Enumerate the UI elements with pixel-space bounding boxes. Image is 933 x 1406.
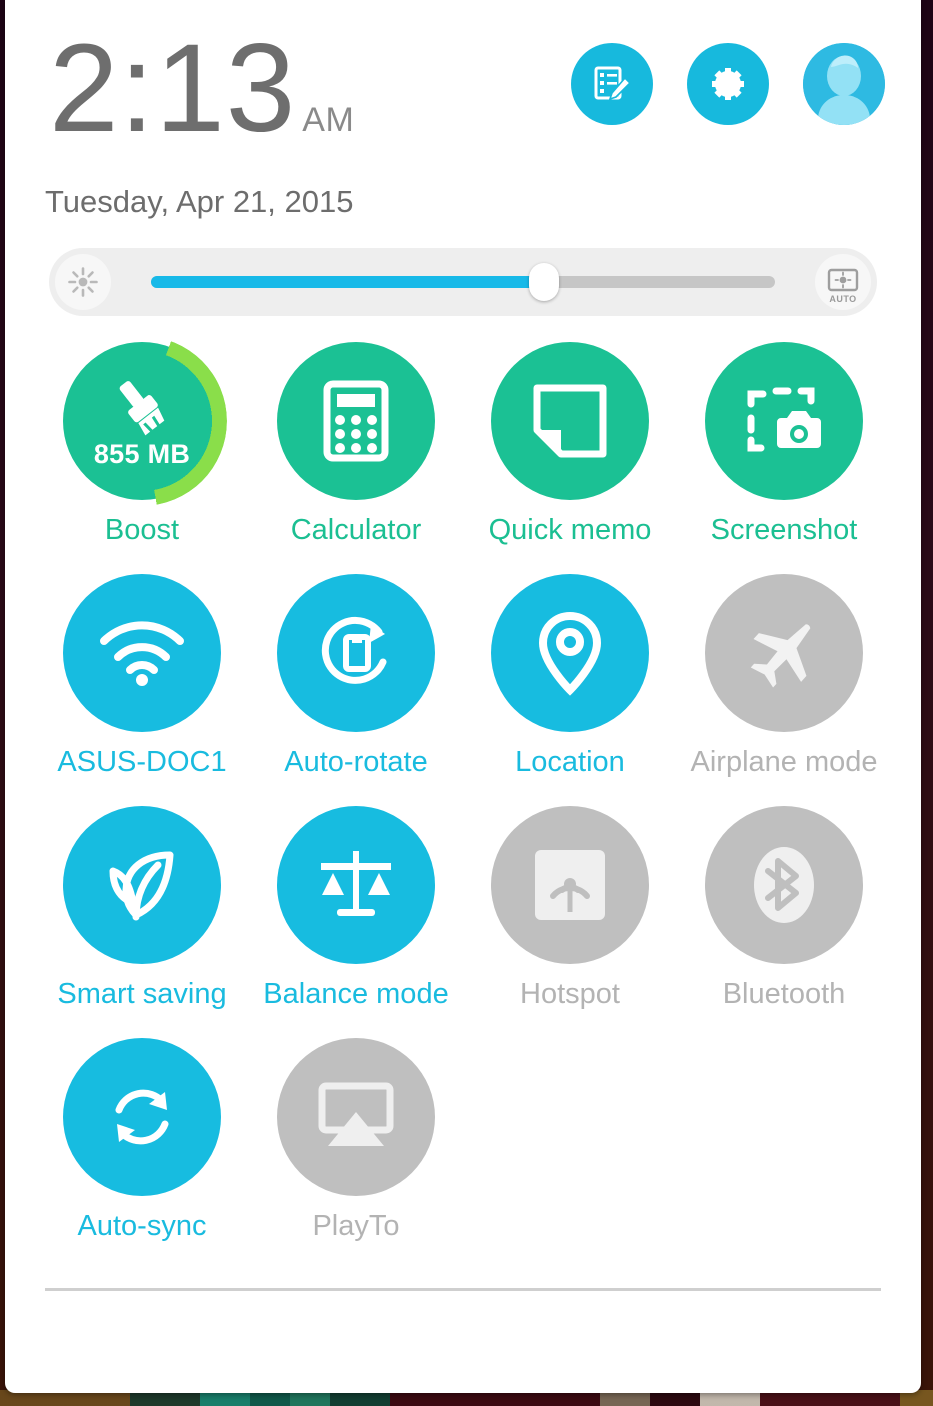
tile-auto-sync-label: Auto-sync — [77, 1210, 207, 1242]
location-pin-icon — [537, 610, 603, 696]
tile-bluetooth-label: Bluetooth — [722, 978, 846, 1010]
tile-boost[interactable]: 855 MB Boost — [35, 336, 249, 570]
edit-quick-settings-button[interactable] — [571, 43, 653, 125]
tile-auto-sync-circle[interactable] — [63, 1038, 221, 1196]
auto-brightness-button[interactable]: AUTO — [815, 254, 871, 310]
tile-hotspot[interactable]: Hotspot — [463, 802, 677, 1034]
screenshot-icon — [743, 382, 825, 460]
tile-wifi-circle[interactable] — [63, 574, 221, 732]
broom-icon — [104, 373, 180, 437]
scales-icon — [311, 843, 401, 927]
tile-calculator[interactable]: Calculator — [249, 338, 463, 570]
tile-smart-saving-label: Smart saving — [57, 978, 227, 1010]
tile-playto-label: PlayTo — [312, 1210, 400, 1242]
wifi-icon — [96, 619, 188, 687]
note-icon — [531, 382, 609, 460]
tile-hotspot-circle[interactable] — [491, 806, 649, 964]
boost-content: 855 MB — [94, 373, 190, 470]
quick-settings-tiles: 855 MB Boost Calculator Quick memo Scree… — [5, 336, 921, 1266]
tile-auto-rotate[interactable]: Auto-rotate — [249, 570, 463, 802]
header-actions — [571, 43, 885, 125]
auto-brightness-label: AUTO — [829, 294, 857, 304]
clock-time: 2:13 — [49, 19, 297, 158]
tile-balance-mode[interactable]: Balance mode — [249, 802, 463, 1034]
brightness-slider-row[interactable]: AUTO — [49, 248, 877, 316]
tile-auto-rotate-label: Auto-rotate — [284, 746, 428, 778]
tile-hotspot-label: Hotspot — [520, 978, 620, 1010]
quick-settings-panel: 2:13 AM Tuesday, Apr 21, 2015 AUTO 855 M… — [5, 0, 921, 1393]
gear-icon — [706, 62, 750, 106]
tile-bluetooth-circle[interactable] — [705, 806, 863, 964]
note-edit-icon — [589, 61, 635, 107]
tile-balance-mode-label: Balance mode — [263, 978, 449, 1010]
brightness-slider-track[interactable] — [151, 263, 775, 301]
tile-airplane-mode-circle[interactable] — [705, 574, 863, 732]
settings-button[interactable] — [687, 43, 769, 125]
tile-airplane-mode-label: Airplane mode — [690, 746, 878, 778]
airplane-icon — [742, 611, 826, 695]
brightness-sun-icon — [66, 265, 100, 299]
auto-rotate-icon — [313, 610, 399, 696]
clock-ampm: AM — [302, 101, 355, 139]
tile-boost-label: Boost — [104, 514, 180, 546]
brightness-slider-fill — [151, 276, 545, 288]
tile-smart-saving[interactable]: Smart saving — [35, 802, 249, 1034]
device-background: 2:13 AM Tuesday, Apr 21, 2015 AUTO 855 M… — [0, 0, 933, 1406]
tile-smart-saving-circle[interactable] — [63, 806, 221, 964]
tile-screenshot-circle[interactable] — [705, 342, 863, 500]
tile-screenshot-label: Screenshot — [710, 514, 858, 546]
tile-wifi[interactable]: ASUS-DOC1 — [35, 570, 249, 802]
cast-icon — [314, 1080, 398, 1154]
hotspot-icon — [529, 844, 611, 926]
tile-playto[interactable]: PlayTo — [249, 1034, 463, 1266]
tile-boost-circle[interactable]: 855 MB — [57, 336, 227, 506]
brightness-slider-thumb[interactable] — [529, 263, 560, 301]
tile-quick-memo[interactable]: Quick memo — [463, 338, 677, 570]
auto-brightness-icon — [825, 267, 861, 297]
tile-playto-circle[interactable] — [277, 1038, 435, 1196]
tile-screenshot[interactable]: Screenshot — [677, 338, 891, 570]
tile-quick-memo-label: Quick memo — [488, 514, 652, 546]
boost-memory-badge: 855 MB — [93, 438, 191, 469]
tile-balance-mode-circle[interactable] — [277, 806, 435, 964]
tile-wifi-label: ASUS-DOC1 — [57, 746, 227, 778]
tile-auto-sync[interactable]: Auto-sync — [35, 1034, 249, 1266]
tile-location-circle[interactable] — [491, 574, 649, 732]
tile-location[interactable]: Location — [463, 570, 677, 802]
tile-calculator-label: Calculator — [290, 514, 422, 546]
bluetooth-icon — [745, 841, 823, 929]
panel-header: 2:13 AM Tuesday, Apr 21, 2015 — [5, 0, 921, 232]
tile-quick-memo-circle[interactable] — [491, 342, 649, 500]
tile-auto-rotate-circle[interactable] — [277, 574, 435, 732]
calculator-icon — [318, 379, 394, 463]
avatar-icon — [803, 43, 885, 125]
tile-location-label: Location — [515, 746, 625, 778]
panel-divider — [45, 1288, 881, 1291]
tile-bluetooth[interactable]: Bluetooth — [677, 802, 891, 1034]
tile-airplane-mode[interactable]: Airplane mode — [677, 570, 891, 802]
brightness-low-button[interactable] — [55, 254, 111, 310]
date-label: Tuesday, Apr 21, 2015 — [45, 184, 354, 219]
user-profile-button[interactable] — [803, 43, 885, 125]
tile-calculator-circle[interactable] — [277, 342, 435, 500]
leaf-icon — [100, 843, 184, 927]
sync-icon — [99, 1074, 185, 1160]
clock: 2:13 AM — [49, 26, 354, 151]
